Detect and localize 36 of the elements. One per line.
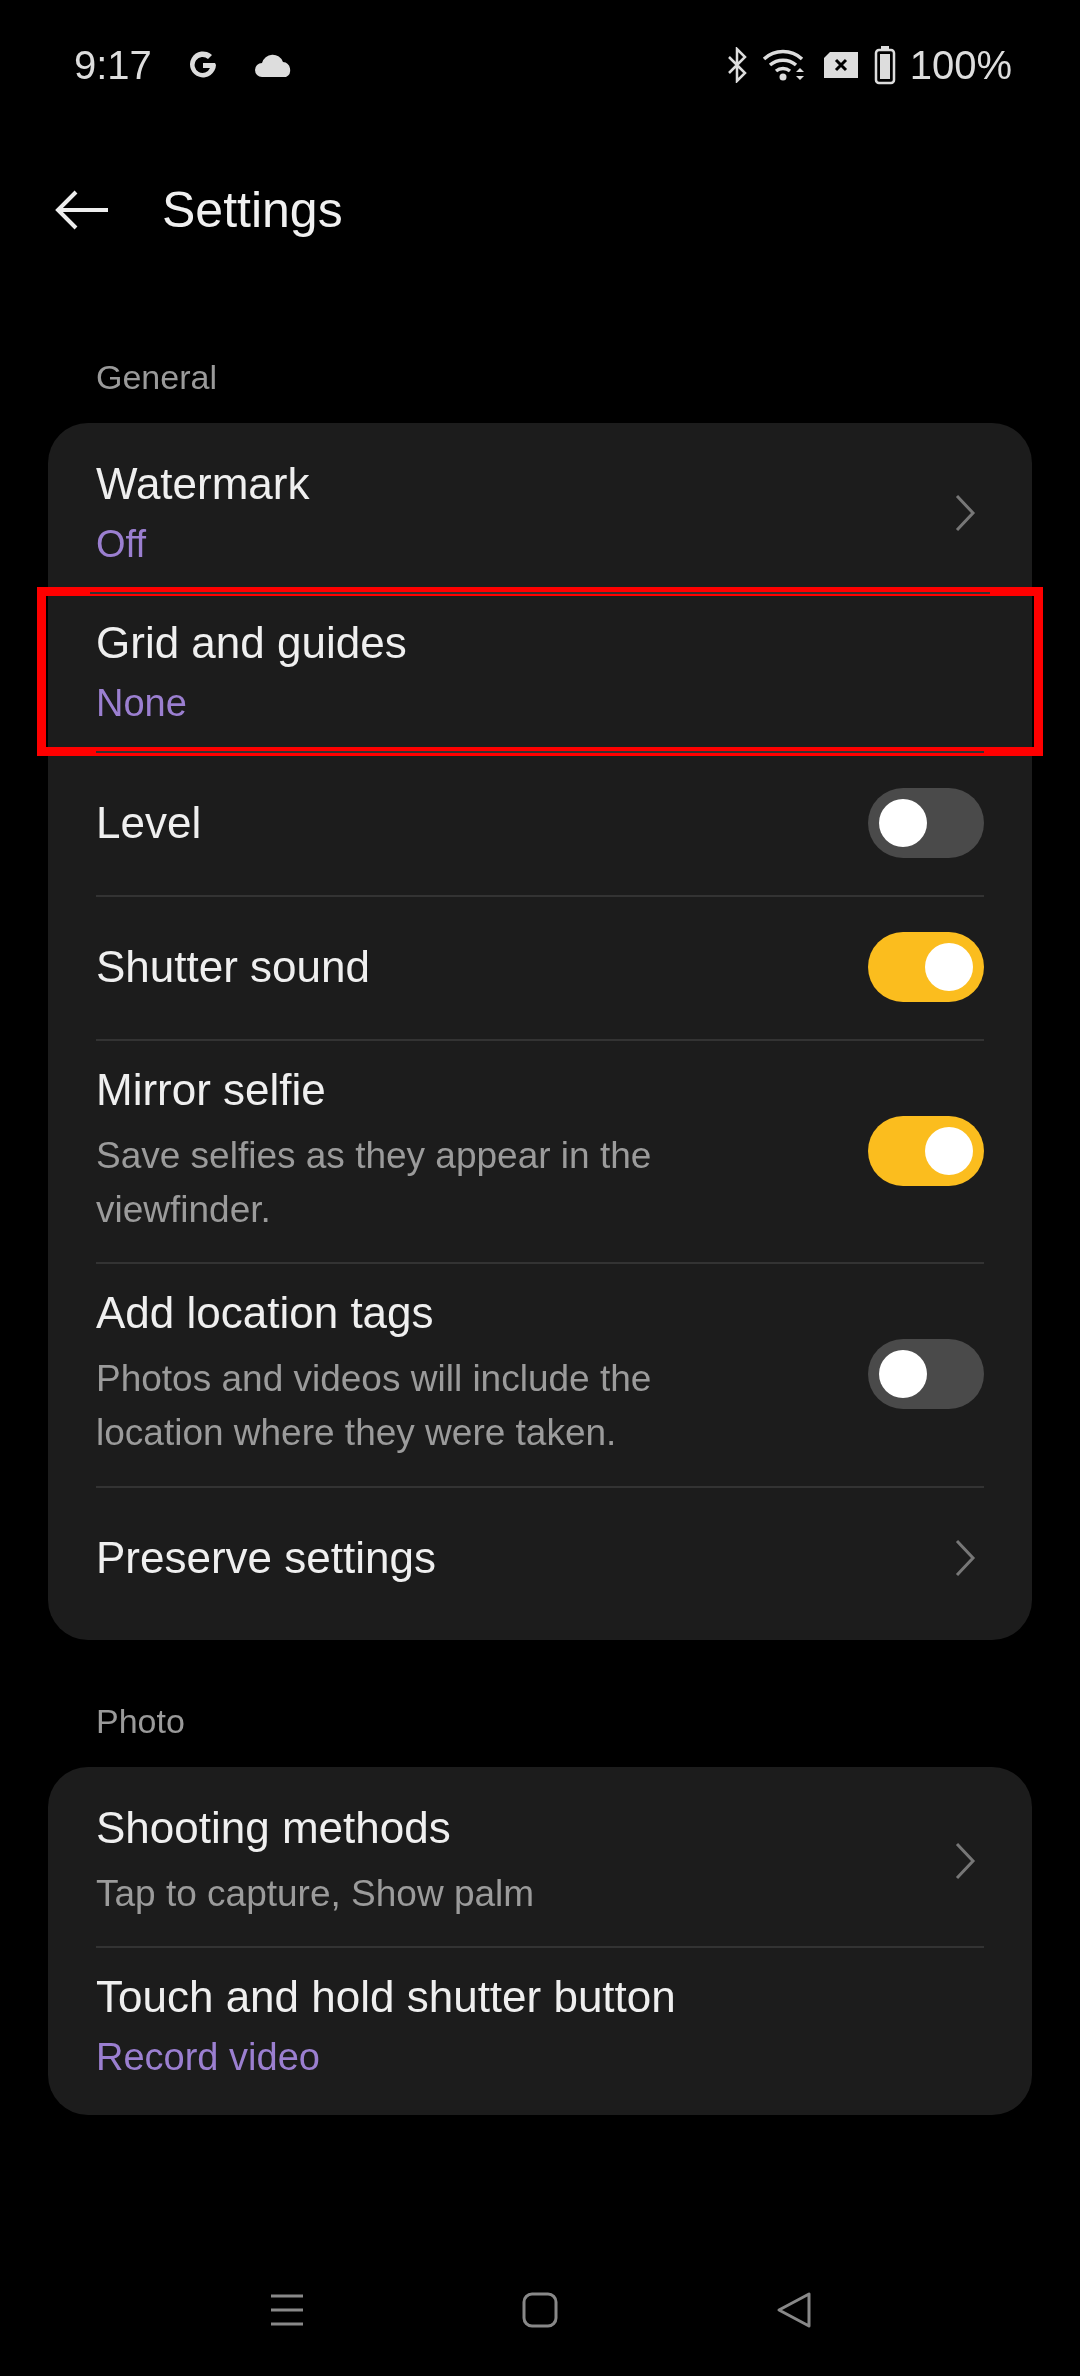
setting-summary: Save selfies as they appear in the viewfinder. xyxy=(96,1134,653,1232)
settings-row[interactable]: Grid and guides None xyxy=(42,592,1038,751)
section-header: Photo xyxy=(95,1700,186,1742)
setting-title: Grid and guides xyxy=(96,618,408,668)
page-title: Settings xyxy=(162,181,343,239)
chevron-icon xyxy=(954,492,976,533)
chevron-icon xyxy=(954,1537,976,1578)
setting-title: Watermark xyxy=(96,459,311,509)
settings-row[interactable]: Touch and hold shutter button Record video xyxy=(48,1946,1032,2106)
setting-value: Record video xyxy=(96,2036,321,2080)
bluetooth-icon xyxy=(725,47,748,83)
settings-row[interactable]: Watermark Off xyxy=(48,433,1032,592)
setting-title: Shutter sound xyxy=(96,942,371,992)
battery-icon xyxy=(873,45,896,85)
setting-title: Mirror selfie xyxy=(96,1065,327,1115)
settings-row[interactable]: Preserve settings xyxy=(48,1485,1032,1630)
setting-value: Off xyxy=(96,523,147,566)
status-time: 9:17 xyxy=(74,42,152,88)
setting-title: Add location tags xyxy=(96,1288,435,1339)
setting-summary: Photos and videos will include the location where they were taken. xyxy=(96,1357,653,1455)
settings-row[interactable]: Shooting methods Tap to capture, Show palm xyxy=(48,1776,1032,1947)
battery-percent: 100% xyxy=(909,42,1012,88)
setting-title: Touch and hold shutter button xyxy=(96,1972,677,2023)
settings-row[interactable]: Shutter sound xyxy=(48,895,1032,1039)
chevron-icon xyxy=(954,1841,976,1882)
sim-icon xyxy=(821,50,860,80)
settings-row[interactable]: Mirror selfie Save selfies as they appear in the viewfinder. xyxy=(48,1039,1032,1263)
setting-title: Preserve settings xyxy=(96,1532,437,1583)
settings-row[interactable]: Add location tags Photos and videos will include the location where they were taken. xyxy=(48,1262,1032,1486)
back-icon[interactable] xyxy=(54,190,110,230)
section-header: General xyxy=(95,357,218,398)
setting-title: Shooting methods xyxy=(96,1802,452,1853)
setting-summary: Tap to capture, Show palm xyxy=(96,1871,536,1916)
settings-row[interactable]: Level xyxy=(48,751,1032,895)
setting-value: None xyxy=(96,682,188,725)
setting-title: Level xyxy=(96,798,203,848)
